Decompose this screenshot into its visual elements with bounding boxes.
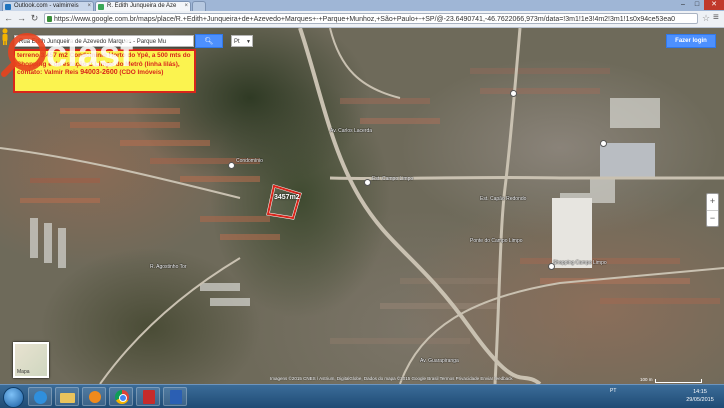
shopping-roof xyxy=(552,198,592,268)
clock-time: 14:15 xyxy=(693,389,707,395)
land-plot-outline xyxy=(266,184,302,220)
start-button[interactable] xyxy=(3,387,24,408)
signin-button[interactable]: Fazer login xyxy=(666,34,716,48)
url-field[interactable]: https://www.google.com.br/maps/place/R.+… xyxy=(44,13,698,24)
taskbar-chrome-icon[interactable] xyxy=(109,387,133,406)
poi-marker[interactable] xyxy=(510,90,517,97)
close-tab-icon[interactable]: × xyxy=(184,2,188,11)
back-button[interactable]: ← xyxy=(3,13,14,24)
close-window-button[interactable]: ✕ xyxy=(704,0,724,10)
place-label: Est. Campo Limpo xyxy=(372,176,414,182)
place-label: R. Agostinho Tor xyxy=(150,264,187,270)
zoom-in-button[interactable]: + xyxy=(707,194,718,210)
map-view-toggle-label: Mapa xyxy=(17,369,30,375)
watermark-text: clasf xyxy=(46,33,133,75)
tab-outlook-title: Outlook.com - valmirreis xyxy=(14,3,79,9)
poi-marker[interactable] xyxy=(548,263,555,270)
place-label: Condomínio xyxy=(236,158,263,164)
place-label: Est. Capão Redondo xyxy=(480,196,527,202)
tray-language[interactable]: PT xyxy=(610,388,616,394)
chevron-down-icon: ▼ xyxy=(246,39,251,45)
zoom-control: + − xyxy=(706,193,719,227)
lock-icon xyxy=(47,16,52,22)
poi-marker[interactable] xyxy=(364,179,371,186)
clock-date: 29/05/2015 xyxy=(686,397,714,403)
close-tab-icon[interactable]: × xyxy=(87,2,91,11)
new-tab-button[interactable] xyxy=(192,1,206,11)
address-bar-row: ← → ↻ https://www.google.com.br/maps/pla… xyxy=(0,11,724,28)
taskbar-word-icon[interactable] xyxy=(163,387,187,406)
zoom-out-button[interactable]: − xyxy=(707,211,718,227)
forward-button[interactable]: → xyxy=(16,13,27,24)
layer-select[interactable]: Pt ▼ xyxy=(231,35,253,47)
outlook-icon xyxy=(5,4,11,10)
maps-icon xyxy=(98,4,104,10)
windows-taskbar: PT 14:15 29/05/2015 xyxy=(0,384,724,408)
taskbar-pdf-icon[interactable] xyxy=(136,387,160,406)
browser-tab-bar: Outlook.com - valmirreis × R. Edith Junq… xyxy=(0,0,724,11)
poi-marker[interactable] xyxy=(600,140,607,147)
taskbar-ie-icon[interactable] xyxy=(28,387,52,406)
map-view-toggle[interactable]: Mapa xyxy=(13,342,49,378)
place-label: Av. Guarapiranga xyxy=(420,358,459,364)
reload-button[interactable]: ↻ xyxy=(29,13,40,24)
place-label: Av. Carlos Lacerda xyxy=(330,128,373,134)
plot-area-label: 3457m2 xyxy=(274,194,300,201)
tab-maps[interactable]: R. Edith Junqueira de Aze × xyxy=(95,1,191,11)
place-label: Ponte do Campo Limpo xyxy=(470,238,523,244)
minimize-button[interactable]: – xyxy=(676,0,690,10)
clasf-watermark-logo: clasf xyxy=(1,33,133,77)
scale-bar xyxy=(655,379,702,383)
tab-maps-title: R. Edith Junqueira de Aze xyxy=(107,3,177,9)
place-label: Shopping Campo Limpo xyxy=(553,260,607,266)
menu-icon[interactable]: ≡ xyxy=(713,12,719,23)
taskbar-explorer-icon[interactable] xyxy=(55,387,79,406)
taskbar-clock[interactable]: 14:15 29/05/2015 xyxy=(680,388,720,404)
map-attribution: Imagens ©2015 CNES / Astrium, DigitalGlo… xyxy=(270,376,513,381)
layer-select-value: Pt xyxy=(234,39,240,45)
taskbar-media-icon[interactable] xyxy=(82,387,106,406)
bookmark-star-icon[interactable]: ☆ xyxy=(702,13,710,24)
window-controls: – □ ✕ xyxy=(676,0,724,11)
scale-label: 100 m xyxy=(640,377,653,382)
url-text: https://www.google.com.br/maps/place/R.+… xyxy=(54,16,675,23)
parking-area xyxy=(600,143,655,178)
satellite-map[interactable]: Rua Edith Junqueira de Azevedo Marques -… xyxy=(0,28,724,384)
maximize-button[interactable]: □ xyxy=(690,0,704,10)
maps-search-button[interactable]: 🔍︎ xyxy=(195,34,223,48)
poi-marker[interactable] xyxy=(228,162,235,169)
tab-outlook[interactable]: Outlook.com - valmirreis × xyxy=(2,1,94,11)
search-icon: 🔍︎ xyxy=(204,38,214,45)
